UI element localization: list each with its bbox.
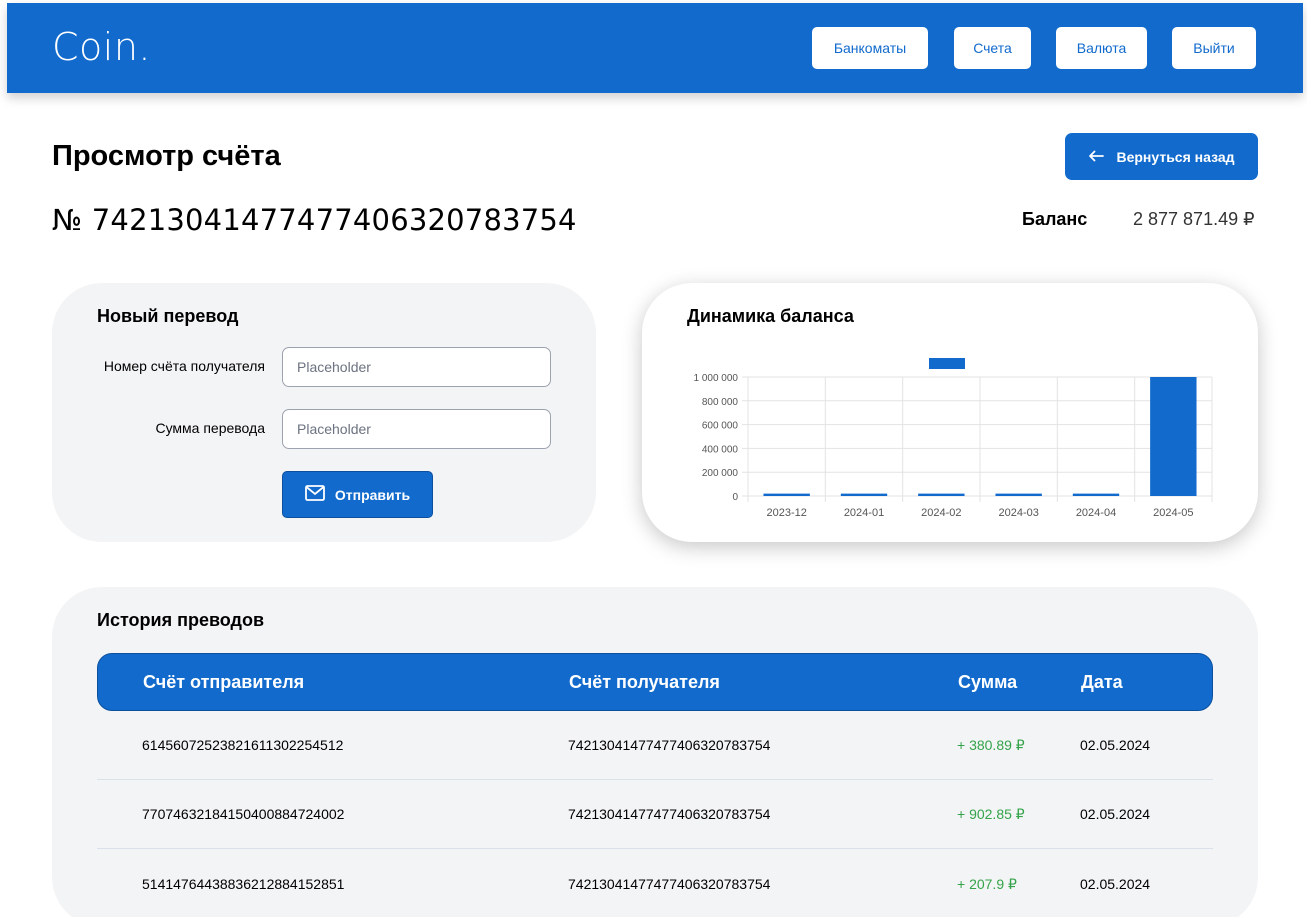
table-row: 77074632184150400884724002 7421304147747… [97,780,1213,849]
x-tick-label: 2024-01 [844,507,884,519]
y-tick-label: 400 000 [702,444,739,455]
recipient-account: 74213041477477406320783754 [568,737,771,753]
amount-input[interactable] [282,409,551,449]
row-divider [97,848,1213,849]
logout-button[interactable]: Выйти [1171,26,1257,70]
balance-label: Баланс [1022,209,1088,229]
chart-bar [763,493,810,496]
arrow-left-icon [1088,149,1105,165]
balance-chart-card: Динамика баланса 0 200 000 400 000 600 000 8… [642,283,1258,542]
balance-chart: 0 200 000 400 000 600 000 800 000 1 000 000 20… [694,358,1213,519]
new-transfer-title: Новый перевод [97,306,239,326]
amount-label: Сумма перевода [155,420,265,436]
y-tick-label: 600 000 [702,421,739,432]
transfer-date: 02.05.2024 [1080,737,1151,753]
y-tick-label: 0 [732,492,738,503]
new-transfer-card: Новый перевод Номер счёта получателя Сум… [52,283,596,542]
transfer-date: 02.05.2024 [1080,806,1151,822]
chart-bar [1072,493,1120,496]
x-tick-label: 2023-12 [766,507,806,519]
chart-bar [995,493,1042,496]
account-number: № 74213041477477406320783754 [52,203,577,237]
recipient-account: 74213041477477406320783754 [568,806,771,822]
sender-account: 51414764438836212884152851 [142,876,345,892]
x-tick-label: 2024-05 [1153,507,1193,519]
balance-value: 2 877 871.49 ₽ [1133,209,1255,229]
sender-account: 77074632184150400884724002 [142,806,345,822]
back-button-label: Вернуться назад [1116,148,1235,165]
page-title: Просмотр счёта [52,140,281,172]
logo: Coin. [52,25,152,69]
nav-currency-button[interactable]: Валюта [1055,26,1148,70]
x-tick-label: 2024-04 [1076,507,1116,519]
nav-atms-button[interactable]: Банкоматы [811,26,929,70]
column-amount: Сумма [958,672,1018,692]
transfer-date: 02.05.2024 [1080,876,1151,892]
send-button[interactable]: Отправить [282,471,433,518]
x-tick-label: 2024-03 [998,507,1038,519]
app-header: Coin. Банкоматы Счета Валюта Выйти [7,3,1303,93]
table-row: 51414764438836212884152851 7421304147747… [97,850,1213,917]
history-title: История преводов [97,610,265,630]
column-sender: Счёт отправителя [143,672,305,692]
column-date: Дата [1081,672,1123,692]
table-header: Счёт отправителя Счёт получателя Сумма Д… [97,653,1213,711]
recipient-account: 74213041477477406320783754 [568,876,771,892]
y-tick-label: 200 000 [702,468,739,479]
y-tick-label: 1 000 000 [694,373,739,384]
mail-icon [304,485,325,504]
table-row: 61456072523821611302254512 7421304147747… [97,711,1213,780]
legend-swatch [929,358,965,369]
chart-bar [1150,377,1197,496]
transfer-amount: + 207.9 ₽ [957,876,1017,892]
recipient-label: Номер счёта получателя [103,358,265,374]
back-button[interactable]: Вернуться назад [1065,133,1258,180]
column-recipient: Счёт получателя [569,672,720,692]
transfer-history-card: История преводов Счёт отправителя Счёт п… [52,587,1258,917]
chart-bar [840,493,888,496]
nav-accounts-button[interactable]: Счета [953,26,1032,70]
recipient-account-input[interactable] [282,347,551,387]
sender-account: 61456072523821611302254512 [142,737,344,753]
transfer-amount: + 380.89 ₽ [957,737,1025,753]
transfer-amount: + 902.85 ₽ [957,806,1025,822]
y-tick-label: 800 000 [702,397,739,408]
send-button-label: Отправить [334,486,411,503]
chart-bar [918,493,965,496]
x-tick-label: 2024-02 [921,507,961,519]
